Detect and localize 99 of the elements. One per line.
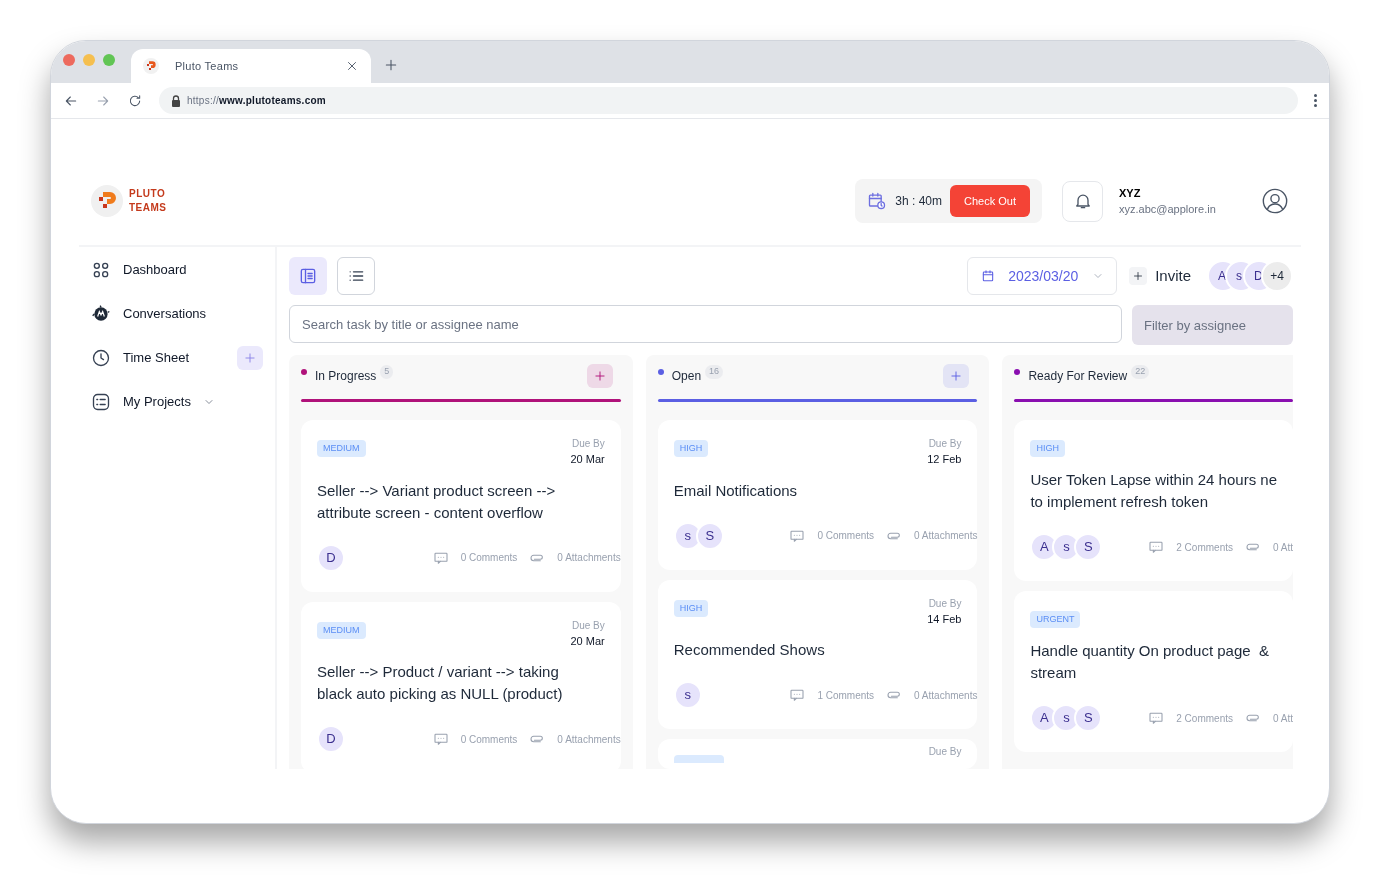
add-card-button[interactable] [586, 364, 613, 388]
priority-badge: HIGH [1030, 440, 1065, 457]
brand-logo [91, 185, 123, 217]
count-badge: 5 [380, 365, 394, 379]
due-date: 20 Mar [570, 452, 605, 467]
date-picker[interactable]: 2023/03/20 [967, 257, 1118, 295]
task-card[interactable]: HIGH Due By 12 Feb Email Notifications s S 0 Comments 0 Attachments [657, 420, 978, 570]
comment-count: 1 Comments [817, 688, 875, 703]
list-view-button[interactable] [337, 257, 375, 295]
task-title: Seller --> Variant product screen --> attribute screen - content overflow [317, 480, 557, 523]
task-title: User Token Lapse within 24 hours ne to implement refresh token [1030, 470, 1278, 512]
url-text: https://www.plutoteams.com [187, 94, 326, 108]
column-title: Ready For Review [1028, 368, 1128, 385]
calendar-clock-icon [867, 191, 888, 211]
column-title: In Progress [315, 368, 377, 385]
priority-badge: MEDIUM [317, 440, 366, 457]
comment-icon [432, 731, 449, 747]
attachment-count: 0 Attachments [914, 688, 978, 703]
reload-icon [127, 92, 143, 109]
plus-icon [243, 351, 257, 365]
task-title: Recommended Shows [673, 640, 826, 660]
plus-icon [1132, 270, 1145, 282]
checklist-icon [91, 392, 111, 412]
browser-tab[interactable]: Pluto Teams [131, 49, 371, 83]
user-name: XYZ [1119, 185, 1142, 201]
comment-count: 0 Comments [460, 732, 518, 747]
due-date: 14 Feb [927, 611, 962, 627]
avatar: S [695, 521, 724, 550]
check-out-button[interactable]: Check Out [950, 185, 1030, 217]
user-email: xyz.abc@applore.in [1119, 202, 1217, 217]
due-label: Due By [928, 437, 962, 451]
due-date: 12 Feb [927, 452, 962, 467]
plus-icon [949, 369, 964, 383]
attachment-count: 0 Attachments [557, 551, 621, 565]
task-title: Email Notifications [673, 480, 799, 501]
assignee-filter[interactable]: Filter by assignee [1132, 305, 1293, 345]
board-view-button[interactable] [289, 257, 327, 295]
tab-title: Pluto Teams [175, 58, 239, 74]
avatar: S [1074, 533, 1103, 561]
clock-icon [91, 348, 111, 368]
avatar: S [1074, 704, 1103, 732]
due-label: Due By [928, 596, 962, 611]
close-icon [345, 59, 359, 73]
attachment-count: 0 Attachments [914, 529, 978, 543]
priority-badge: URGENT [1030, 611, 1081, 628]
chat-icon [91, 304, 111, 324]
attachment-count: 0 Att [1272, 540, 1293, 555]
comment-count: 0 Comments [460, 551, 518, 565]
priority-badge [673, 755, 724, 763]
grid-icon [91, 260, 111, 280]
brand-name: TEAMS [129, 201, 167, 215]
comment-icon [1148, 710, 1165, 726]
due-label: Due By [571, 618, 605, 633]
avatar: D [317, 725, 345, 753]
priority-badge: HIGH [673, 440, 709, 457]
more-icon[interactable] [1314, 94, 1317, 107]
priority-badge: MEDIUM [317, 621, 366, 639]
sidebar-item[interactable]: Time Sheet [123, 348, 189, 368]
task-title: Seller --> Product / variant --> taking black auto picking as NULL (product) [317, 662, 564, 704]
search-field[interactable]: Search task by title or assignee name [289, 305, 1122, 343]
plus-icon [383, 57, 399, 73]
due-label: Due By [928, 747, 962, 757]
avatar: D [317, 543, 345, 572]
more-members-badge[interactable]: +4 [1261, 260, 1293, 292]
logo-icon [143, 58, 159, 74]
column-title: Open [671, 368, 702, 385]
sidebar-item[interactable]: My Projects [123, 392, 191, 412]
task-card[interactable]: URGENT Handle quantity On product page & stream A s S 2 Comments 0 Att [1014, 591, 1293, 752]
add-card-button[interactable] [943, 364, 970, 388]
count-badge: 16 [705, 365, 724, 379]
board-icon [298, 266, 318, 286]
comment-icon [1148, 539, 1165, 555]
sidebar-item[interactable]: Conversations [123, 304, 207, 324]
comment-icon [789, 687, 806, 703]
notification-button[interactable] [1062, 180, 1103, 222]
invite-button[interactable]: Invite [1129, 264, 1191, 288]
comment-count: 2 Comments [1176, 711, 1233, 726]
priority-badge: HIGH [673, 599, 709, 617]
task-title: Handle quantity On product page & stream [1030, 641, 1270, 683]
task-card[interactable]: HIGH Due By 14 Feb Recommended Shows s 1 Comments 0 Attachments [657, 579, 978, 729]
comment-count: 0 Comments [817, 529, 875, 543]
comment-count: 2 Comments [1176, 540, 1233, 555]
brand-name: PLUTO [129, 187, 167, 201]
address-bar[interactable]: https://www.plutoteams.com [159, 87, 1298, 114]
timer-value: 3h : 40m [895, 193, 943, 210]
user-icon [1261, 187, 1289, 215]
count-badge: 22 [1131, 365, 1150, 379]
plus-icon [592, 369, 607, 383]
attachment-count: 0 Attachments [557, 732, 621, 747]
avatar: s [673, 681, 702, 709]
due-label: Due By [571, 437, 605, 451]
task-card[interactable]: MEDIUM Due By 20 Mar Seller --> Variant product screen --> attribute screen - content overflow D 0 Comments 0 Attachments [301, 420, 621, 592]
sidebar-item[interactable]: Dashboard [123, 260, 187, 280]
task-card[interactable]: MEDIUM Due By 20 Mar Seller --> Product / variant --> taking black auto picking as NULL (product) D 0 Comments 0 Attachments [301, 601, 621, 769]
attachment-count: 0 Att [1272, 711, 1293, 726]
task-card[interactable]: HIGH User Token Lapse within 24 hours ne to implement refresh token A s S 2 Comments 0 Att [1014, 420, 1293, 581]
due-date: 20 Mar [570, 633, 605, 649]
lock-icon [171, 94, 181, 107]
add-button[interactable] [237, 346, 263, 370]
